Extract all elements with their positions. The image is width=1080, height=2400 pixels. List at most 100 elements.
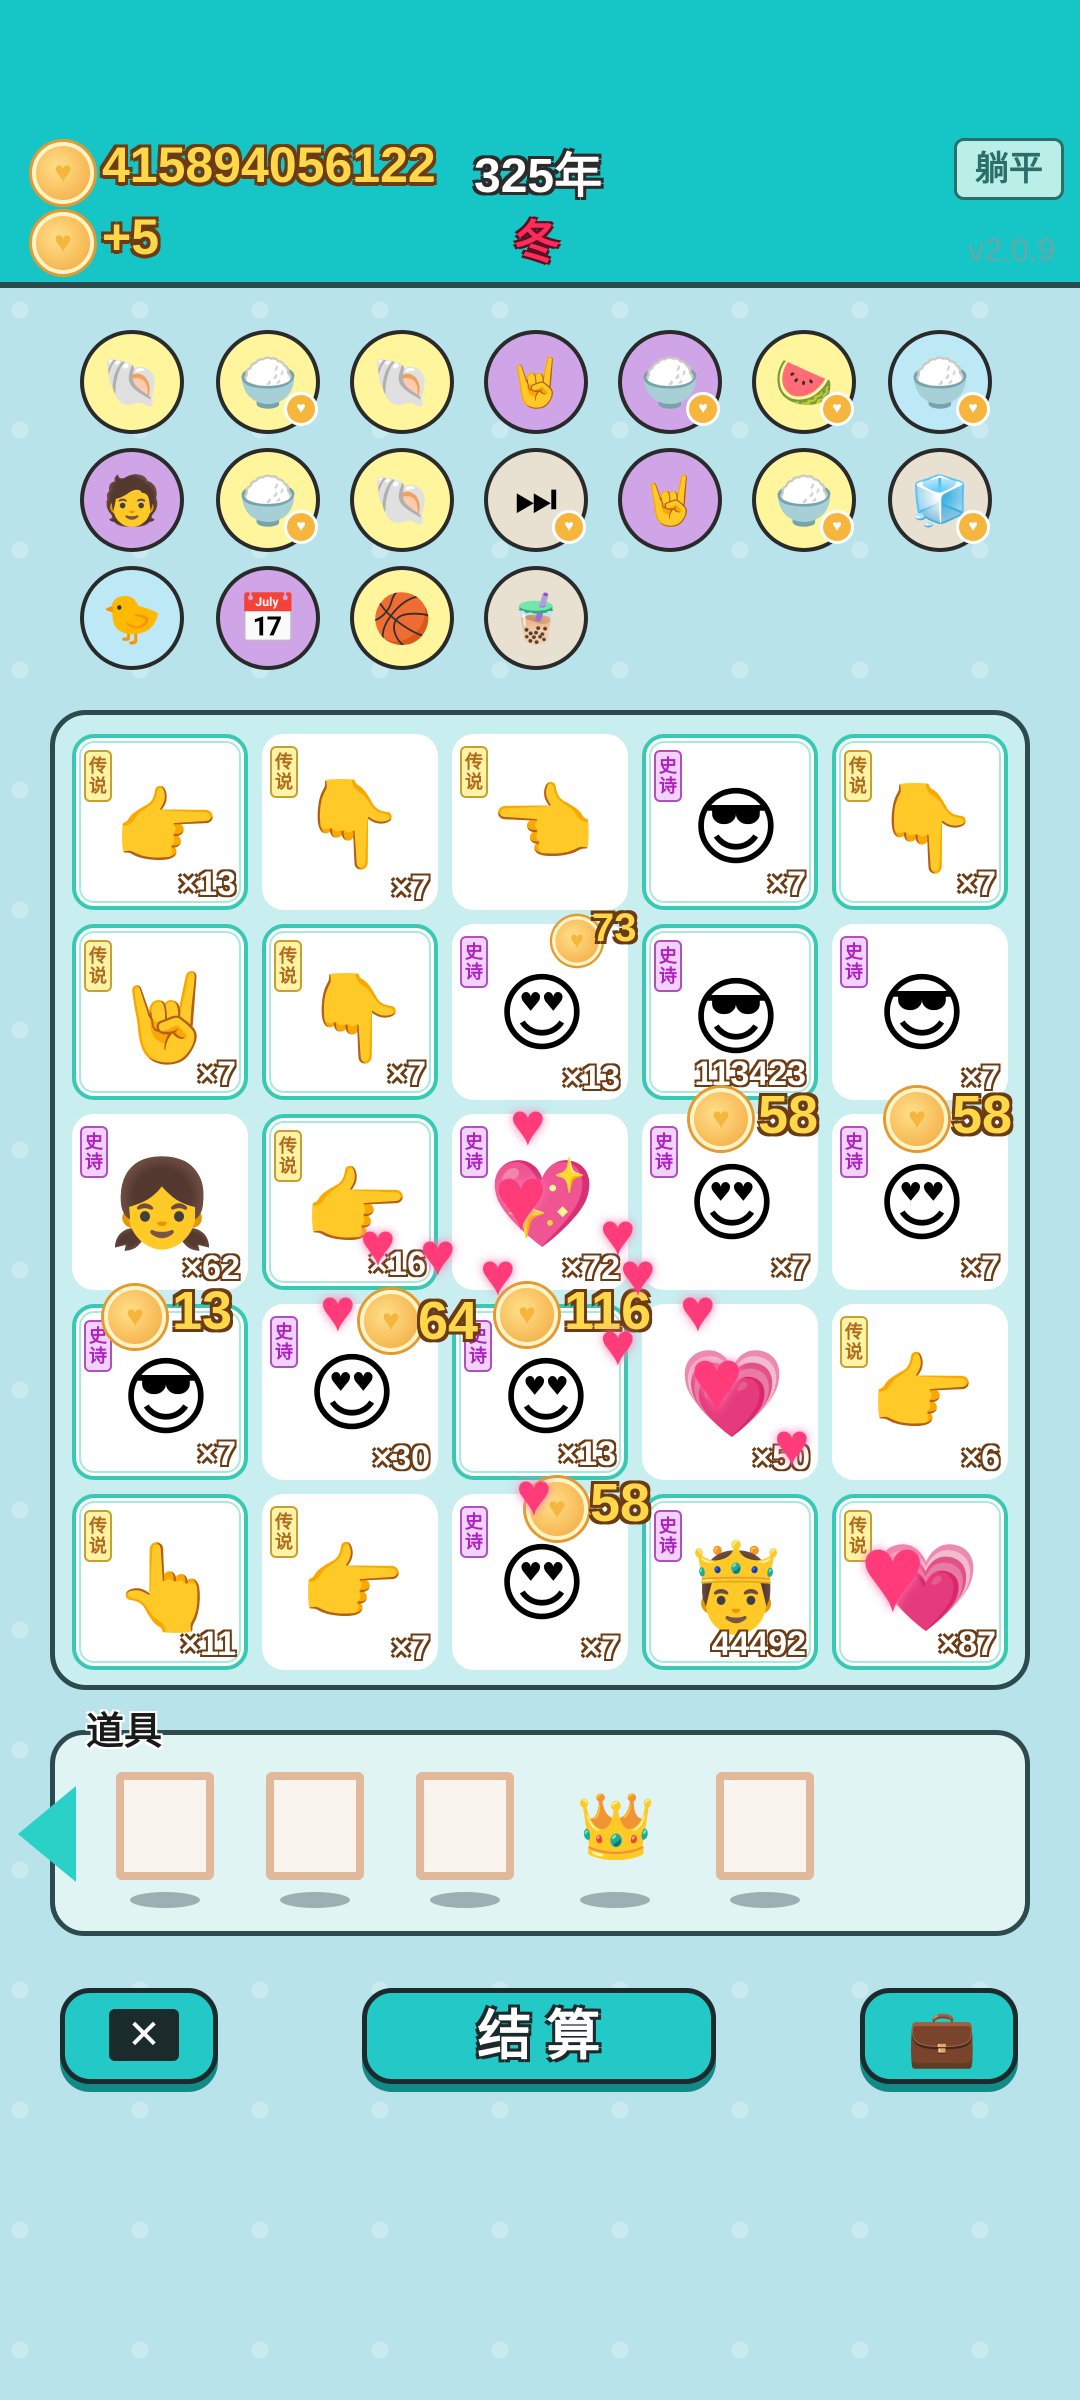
arrow-left-icon[interactable] [18,1786,76,1882]
math-man-glyph: 🧑 [102,474,162,528]
prop-slot[interactable] [716,1772,814,1880]
heart-icon: ♥ [620,1241,656,1308]
rice-bowl-icon[interactable]: 🍚 ♥ [216,330,320,434]
coin-badge-icon: ♥ [284,510,318,544]
heart-icon: ♥ [494,1149,548,1249]
board-tile[interactable]: 史诗 🤴 44492 [642,1494,818,1670]
top-status-bar: 415894056122 325年 +5 冬 躺平 v2.0.9 [0,0,1080,288]
heart-icon: ♥ [516,1461,552,1528]
coin-badge-icon: ♥ [956,510,990,544]
fruit-basket-icon[interactable]: 🍉 ♥ [752,330,856,434]
tile-art-icon: 👈 [488,776,596,872]
chick-egg-icon[interactable]: 🐤 [80,566,184,670]
tile-count: ×7 [197,1435,236,1473]
briefcase-icon: 💼 [907,2006,977,2069]
board-tile[interactable]: 传说 👈 [452,734,628,910]
board-tile[interactable]: 史诗 😎 ×7 [832,924,1008,1100]
income-rate: +5 [102,209,160,265]
board-tile[interactable]: 传说 👉 ×13 [72,734,248,910]
tile-art-icon: 👉 [868,1346,976,1442]
board-tile[interactable]: 传说 👇 ×7 [262,924,438,1100]
lie-ping-button[interactable]: 躺平 [954,138,1064,200]
heart-icon: ♥ [860,1512,926,1635]
close-icon: ✕ [109,2009,179,2061]
prop-slot[interactable] [116,1772,214,1880]
board-tile[interactable]: 传说 👉 ×6 [832,1304,1008,1480]
tile-count: ×6 [961,1439,1000,1477]
calendar-icon[interactable]: 📅 [216,566,320,670]
shell-glyph: 🐚 [372,356,432,410]
rice-bowl-icon[interactable]: 🍚 ♥ [216,448,320,552]
board-tile[interactable]: 史诗 😎 113423 [642,924,818,1100]
shell-glyph: 🐚 [102,356,162,410]
settle-label: 结 算 [477,2006,601,2066]
tile-count: ×7 [387,1055,426,1093]
sugar-cubes-icon[interactable]: 🧊 ♥ [888,448,992,552]
rock-hand-glyph: 🤘 [640,474,700,528]
coin-badge-icon: ♥ [820,510,854,544]
board-tile[interactable]: 传说 👆 ×11 [72,1494,248,1670]
board-tile[interactable]: 传说 👉 ×16 [262,1114,438,1290]
tile-count: ×30 [372,1439,430,1477]
bag-button[interactable]: 💼 [860,1988,1018,2084]
board-tile[interactable]: 传说 👇 ×7 [832,734,1008,910]
tile-count: ×7 [771,1249,810,1287]
rock-hand-glyph: 🤘 [506,356,566,410]
milk-tea-icon[interactable]: 🧋 [484,566,588,670]
coin-badge-icon: ♥ [552,510,586,544]
rice-bowl-icon[interactable]: 🍚 ♥ [752,448,856,552]
board-tile[interactable]: 传说 🤘 ×7 [72,924,248,1100]
board-tile[interactable]: 史诗 👧 ×62 [72,1114,248,1290]
tile-count: ×7 [767,865,806,903]
tile-count: ×11 [180,1625,236,1663]
float-value: 58 [758,1085,819,1145]
float-value: 58 [952,1085,1013,1145]
tile-count: ×13 [562,1059,620,1097]
rice-bowl-icon[interactable]: 🍚 ♥ [618,330,722,434]
shell-icon[interactable]: 🐚 [80,330,184,434]
exit-button[interactable]: ✕ [60,1988,218,2084]
season-label: 冬 [514,216,560,268]
float-coin-icon [690,1088,752,1150]
tile-art-icon: 😍 [497,966,587,1062]
prop-slot[interactable] [416,1772,514,1880]
board-tile[interactable]: 传说 👉 ×7 [262,1494,438,1670]
tile-art-icon: 😍 [307,1346,397,1442]
skip-icon[interactable]: ⏭ ♥ [484,448,588,552]
slot-shadow [280,1892,350,1908]
basketballs-icon[interactable]: 🏀 [350,566,454,670]
tile-count: 44492 [711,1625,806,1663]
settle-button[interactable]: 结 算 [362,1988,716,2084]
coin-badge-icon: ♥ [820,392,854,426]
prop-slot[interactable] [266,1772,364,1880]
tile-art-icon: 👇 [298,776,406,872]
tile-count: ×7 [961,1249,1000,1287]
board-tile[interactable]: 传说 👇 ×7 [262,734,438,910]
version-label: v2.0.9 [968,232,1056,268]
rock-hand-icon[interactable]: 🤘 [618,448,722,552]
rice-bowl-icon[interactable]: 🍚 ♥ [888,330,992,434]
coin-badge-icon: ♥ [956,392,990,426]
year-label: 325年 [474,150,603,203]
float-coin-icon [886,1088,948,1150]
crown-icon[interactable]: 👑 [566,1794,666,1858]
shell-icon[interactable]: 🐚 [350,330,454,434]
tile-count: ×7 [391,1629,430,1667]
board-tile[interactable]: 史诗 😎 ×7 [642,734,818,910]
coin-badge-icon: ♥ [686,392,720,426]
shell-glyph: 🐚 [372,474,432,528]
tile-count: ×7 [197,1055,236,1093]
coin-icon [32,142,94,204]
tile-art-icon: 😍 [497,1536,587,1632]
heart-icon: ♥ [600,1311,636,1378]
income-coin-icon [32,212,94,274]
milk-tea-glyph: 🧋 [506,592,566,646]
tile-art-icon: 👧 [108,1156,216,1252]
math-man-icon[interactable]: 🧑 [80,448,184,552]
float-value: 13 [172,1281,233,1341]
shell-icon[interactable]: 🐚 [350,448,454,552]
tile-count: ×7 [957,865,996,903]
rock-hand-icon[interactable]: 🤘 [484,330,588,434]
chick-egg-glyph: 🐤 [102,592,162,646]
slot-shadow [130,1892,200,1908]
